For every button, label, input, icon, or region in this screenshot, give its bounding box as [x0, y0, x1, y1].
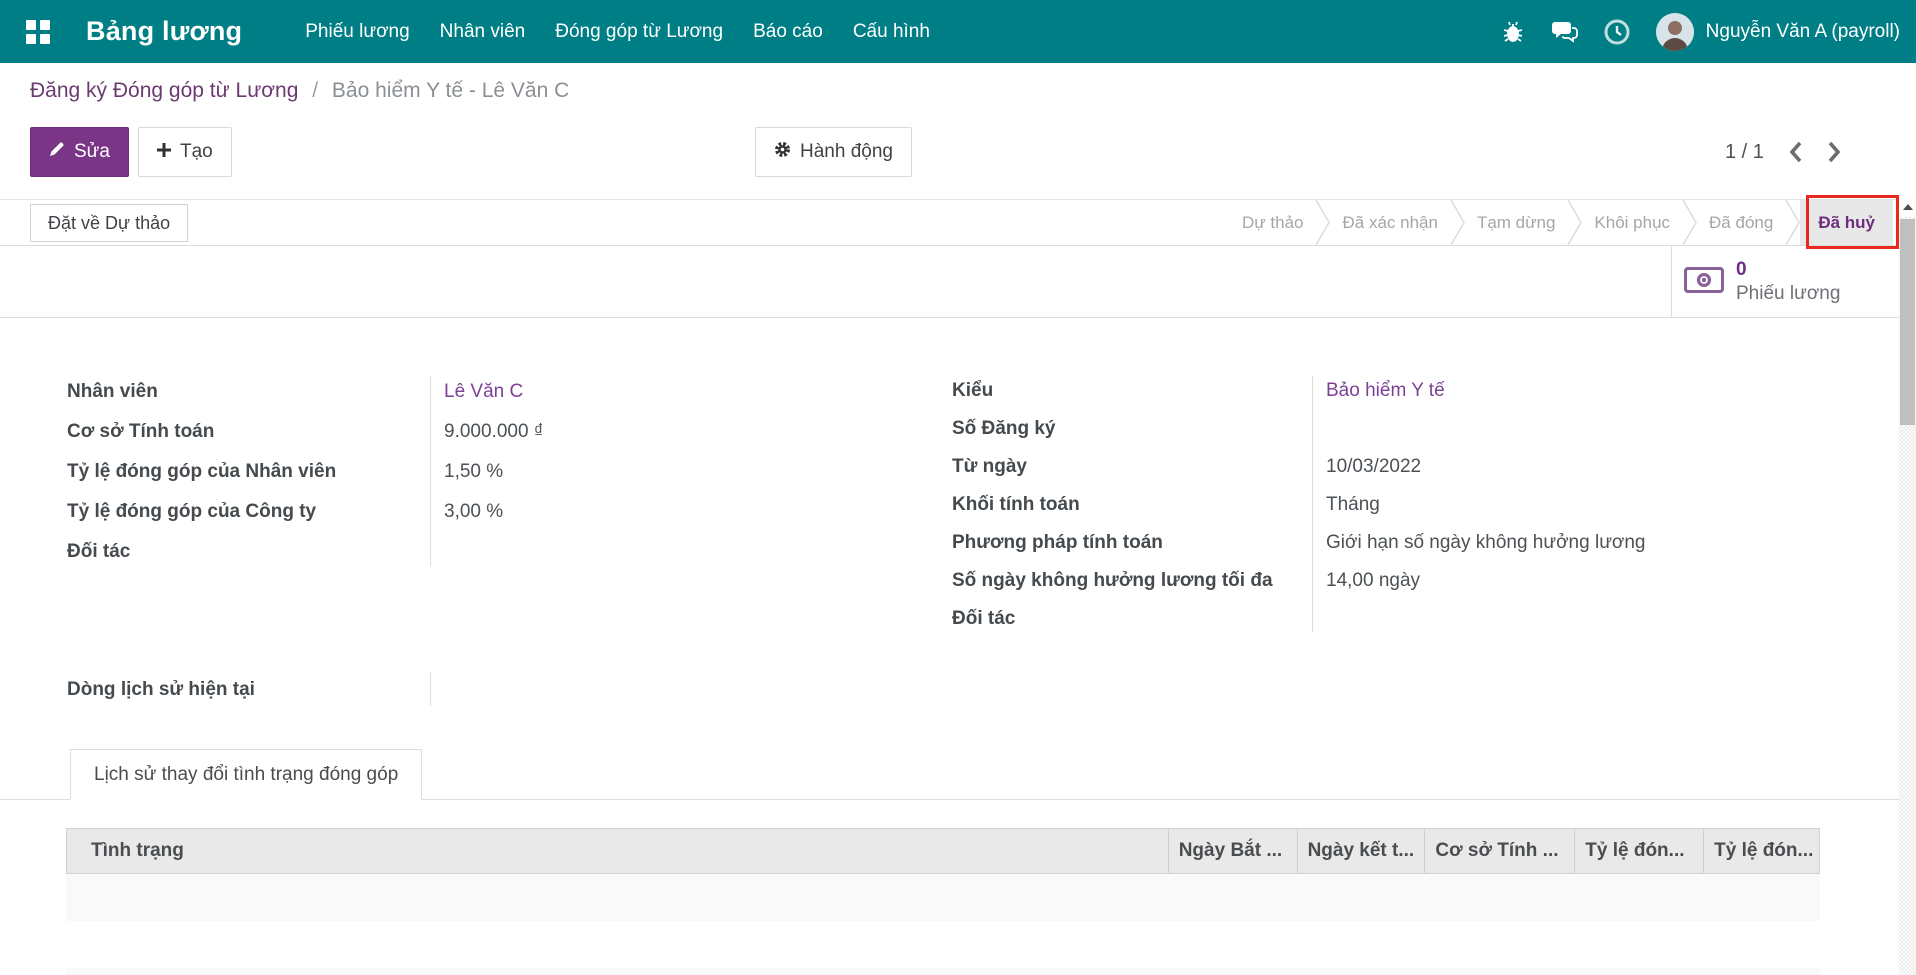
banknote-icon: [1684, 267, 1724, 298]
chevron-left-icon[interactable]: [1788, 141, 1803, 163]
table-row: [66, 921, 1820, 968]
field-label-tu-ngay: Từ ngày: [952, 448, 1312, 486]
top-navbar: Bảng lương Phiếu lương Nhân viên Đóng gó…: [0, 0, 1916, 63]
set-to-draft-button[interactable]: Đặt về Dự thảo: [30, 204, 188, 242]
field-value-nhan-vien[interactable]: Lê Văn C: [430, 372, 727, 412]
scrollbar-thumb[interactable]: [1900, 219, 1915, 425]
field-label-so-ngay-toi-da: Số ngày không hưởng lương tối đa: [952, 562, 1312, 600]
col-ngay-ket-thuc[interactable]: Ngày kết t...: [1297, 829, 1425, 873]
pager-count: 1 / 1: [1725, 141, 1764, 164]
col-ngay-bat-dau[interactable]: Ngày Bắt ...: [1168, 829, 1297, 873]
field-value-co-so-tinh-toan: 9.000.000 ₫: [430, 412, 727, 452]
group-divider: [1312, 376, 1313, 632]
step-separator-icon: [1682, 200, 1697, 245]
status-step-tam-dung[interactable]: Tạm dừng: [1465, 200, 1567, 245]
create-button[interactable]: Tạo: [138, 127, 232, 177]
user-name[interactable]: Nguyễn Văn A (payroll): [1706, 21, 1900, 43]
step-separator-icon: [1315, 200, 1330, 245]
field-value-ty-le-cong-ty: 3,00 %: [430, 492, 727, 532]
field-group-left: Nhân viên Lê Văn C Cơ sở Tính toán 9.000…: [67, 372, 727, 572]
field-label-co-so-tinh-toan: Cơ sở Tính toán: [67, 412, 430, 452]
menu-item-bao-cao[interactable]: Báo cáo: [738, 0, 838, 63]
field-label-nhan-vien: Nhân viên: [67, 372, 430, 412]
field-value-so-dang-ky: [1312, 410, 1692, 448]
field-group-right: Kiểu Bảo hiểm Y tế Số Đăng ký Từ ngày 10…: [952, 372, 1692, 638]
field-value-so-ngay-toi-da: 14,00 ngày: [1312, 562, 1692, 600]
status-step-da-huy[interactable]: Đã huỷ: [1800, 200, 1893, 245]
clock-icon[interactable]: [1604, 19, 1630, 45]
pager: 1 / 1: [1725, 127, 1842, 177]
col-co-so-tinh[interactable]: Cơ sở Tính ...: [1424, 829, 1574, 873]
main-menu: Phiếu lương Nhân viên Đóng góp từ Lương …: [290, 0, 945, 63]
chat-icon[interactable]: [1552, 19, 1578, 45]
field-value-phuong-phap: Giới hạn số ngày không hưởng lương: [1312, 524, 1692, 562]
field-value-doi-tac-left: [430, 532, 727, 572]
menu-item-cau-hinh[interactable]: Cấu hình: [838, 0, 945, 63]
step-separator-icon: [1567, 200, 1582, 245]
avatar[interactable]: [1656, 13, 1694, 51]
action-menu-button[interactable]: Hành động: [755, 127, 912, 177]
field-label-dong-lich-su: Dòng lịch sử hiện tại: [67, 668, 430, 712]
breadcrumb-parent-link[interactable]: Đăng ký Đóng góp từ Lương: [30, 79, 298, 102]
group-divider: [430, 376, 431, 566]
breadcrumb-current: Bảo hiểm Y tế - Lê Văn C: [332, 79, 569, 102]
menu-item-phieu-luong[interactable]: Phiếu lương: [290, 0, 424, 63]
field-label-ty-le-cong-ty: Tỷ lệ đóng góp của Công ty: [67, 492, 430, 532]
col-ty-le-1[interactable]: Tỷ lệ đón...: [1574, 829, 1703, 873]
stat-button-row: 0 Phiếu lương: [0, 246, 1899, 318]
page: Bảng lương Phiếu lương Nhân viên Đóng gó…: [0, 0, 1916, 975]
field-label-so-dang-ky: Số Đăng ký: [952, 410, 1312, 448]
gear-icon: [774, 141, 791, 164]
payslips-stat-button[interactable]: 0 Phiếu lương: [1684, 246, 1874, 318]
navbar-right: Nguyễn Văn A (payroll): [1500, 0, 1900, 63]
history-line-group: Dòng lịch sử hiện tại: [67, 668, 727, 712]
bug-icon[interactable]: [1500, 19, 1526, 45]
notebook-tabs: Lịch sử thay đổi tình trạng đóng góp: [0, 749, 1899, 800]
control-buttons: Sửa Tạo: [30, 127, 232, 177]
step-separator-icon: [1785, 200, 1800, 245]
breadcrumb-separator: /: [312, 79, 318, 102]
table-row: [66, 968, 1820, 975]
field-label-khoi-tinh-toan: Khối tính toán: [952, 486, 1312, 524]
vertical-scrollbar[interactable]: [1899, 197, 1916, 975]
tab-lich-su-thay-doi[interactable]: Lịch sử thay đổi tình trạng đóng góp: [70, 749, 422, 800]
breadcrumb: Đăng ký Đóng góp từ Lương / Bảo hiểm Y t…: [30, 79, 569, 103]
menu-item-dong-gop[interactable]: Đóng góp từ Lương: [540, 0, 738, 63]
chevron-right-icon[interactable]: [1827, 141, 1842, 163]
field-value-doi-tac-right: [1312, 600, 1692, 638]
field-value-khoi-tinh-toan: Tháng: [1312, 486, 1692, 524]
col-ty-le-2[interactable]: Tỷ lệ đón...: [1703, 829, 1819, 873]
field-value-tu-ngay: 10/03/2022: [1312, 448, 1692, 486]
step-separator-icon: [1450, 200, 1465, 245]
table-row: [66, 874, 1820, 921]
field-label-phuong-phap: Phương pháp tính toán: [952, 524, 1312, 562]
payslip-count: 0: [1736, 258, 1840, 282]
status-step-da-xac-nhan[interactable]: Đã xác nhận: [1330, 200, 1449, 245]
field-label-doi-tac-left: Đối tác: [67, 532, 430, 572]
statusbar: Đặt về Dự thảo Dự thảo Đã xác nhận Tạm d…: [0, 199, 1899, 246]
table-header-row: Tình trạng Ngày Bắt ... Ngày kết t... Cơ…: [66, 828, 1820, 874]
status-step-khoi-phuc[interactable]: Khôi phục: [1582, 200, 1682, 245]
field-value-ty-le-nhan-vien: 1,50 %: [430, 452, 727, 492]
edit-button[interactable]: Sửa: [30, 127, 129, 177]
field-label-kieu: Kiểu: [952, 372, 1312, 410]
apps-grid-icon[interactable]: [26, 20, 50, 44]
scroll-up-icon[interactable]: [1899, 197, 1916, 217]
group-divider: [430, 672, 431, 706]
col-tinh-trang[interactable]: Tình trạng: [67, 829, 1168, 873]
history-table: Tình trạng Ngày Bắt ... Ngày kết t... Cơ…: [66, 828, 1820, 975]
status-step-du-thao[interactable]: Dự thảo: [1230, 200, 1315, 245]
payslip-label: Phiếu lương: [1736, 282, 1840, 306]
field-label-doi-tac-right: Đối tác: [952, 600, 1312, 638]
status-steps: Dự thảo Đã xác nhận Tạm dừng Khôi phục Đ…: [1230, 200, 1893, 245]
pencil-icon: [49, 141, 65, 163]
app-brand[interactable]: Bảng lương: [86, 16, 242, 47]
stat-divider: [1671, 246, 1672, 318]
field-value-kieu[interactable]: Bảo hiểm Y tế: [1312, 372, 1692, 410]
field-label-ty-le-nhan-vien: Tỷ lệ đóng góp của Nhân viên: [67, 452, 430, 492]
menu-item-nhan-vien[interactable]: Nhân viên: [425, 0, 541, 63]
field-value-dong-lich-su: [430, 668, 727, 712]
plus-icon: [157, 141, 171, 163]
status-step-da-dong[interactable]: Đã đóng: [1697, 200, 1785, 245]
